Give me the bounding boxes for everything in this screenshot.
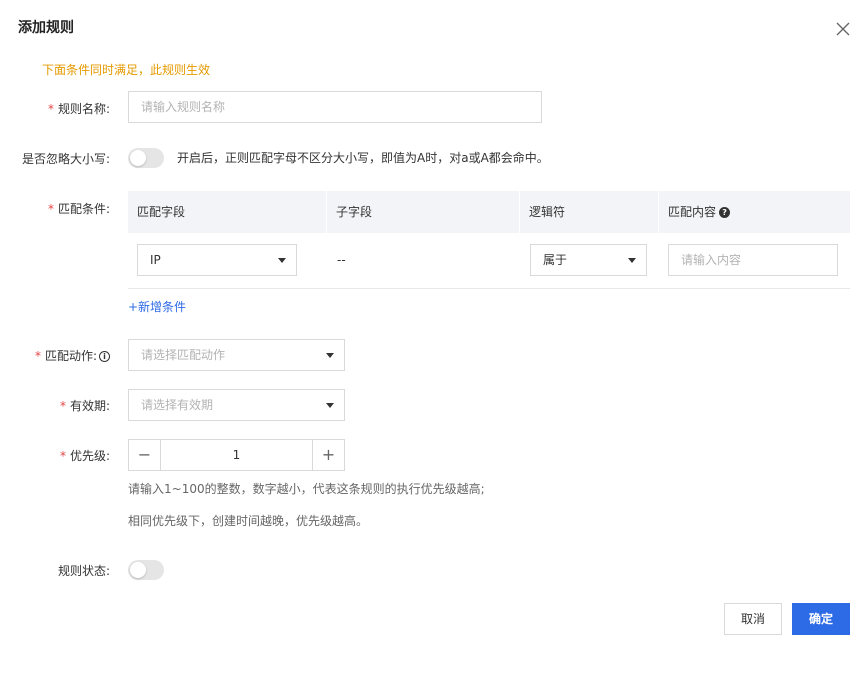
info-icon[interactable]: i <box>99 351 110 362</box>
increment-button[interactable]: + <box>312 440 344 470</box>
required-mark: * <box>59 399 66 413</box>
column-header-content: 匹配内容? <box>658 191 850 233</box>
rule-name-label-text: 规则名称: <box>57 102 110 116</box>
close-icon <box>836 22 850 36</box>
add-rule-dialog: 添加规则 下面条件同时满足，此规则生效 *规则名称: 是否忽略大小写: 开启后，… <box>0 0 866 676</box>
priority-label-text: 优先级: <box>69 449 110 463</box>
validity-row: * 有效期: 请选择有效期 <box>0 389 866 421</box>
priority-hint-2: 相同优先级下，创建时间越晚，优先级越高。 <box>128 514 369 528</box>
priority-hint-1: 请输入1~100的整数，数字越小，代表这条规则的执行优先级越高; <box>128 482 485 496</box>
caret-down-icon <box>628 258 636 263</box>
validity-select[interactable]: 请选择有效期 <box>128 389 345 421</box>
rule-status-toggle[interactable] <box>128 560 164 580</box>
match-action-label-text: 匹配动作: <box>44 349 97 363</box>
caret-down-icon <box>278 258 286 263</box>
required-mark: * <box>47 102 54 116</box>
required-mark: * <box>59 449 66 463</box>
column-header-content-text: 匹配内容 <box>668 205 717 219</box>
match-field-value: IP <box>150 253 161 267</box>
operator-select[interactable]: 属于 <box>530 244 647 276</box>
operator-value: 属于 <box>543 253 568 267</box>
priority-value[interactable]: 1 <box>161 440 312 470</box>
row-divider <box>128 288 850 289</box>
rule-status-label: 规则状态: <box>57 564 110 578</box>
caret-down-icon <box>326 353 334 358</box>
match-action-row: * 匹配动作: i 请选择匹配动作 <box>0 339 866 371</box>
required-mark: * <box>34 349 41 363</box>
match-conditions-label: * 匹配条件: <box>48 200 110 217</box>
toggle-knob <box>130 150 146 166</box>
match-content-input[interactable] <box>668 244 838 276</box>
validity-label: * 有效期: <box>60 397 110 414</box>
priority-stepper: − 1 + <box>128 439 345 471</box>
priority-label: * 优先级: <box>60 447 110 464</box>
required-mark: * <box>47 202 54 216</box>
toggle-knob <box>130 562 146 578</box>
match-conditions-label-text: 匹配条件: <box>57 202 110 216</box>
rule-status-row: 规则状态: <box>0 560 866 580</box>
subfield-value: -- <box>337 253 346 267</box>
rule-name-row: * 规则名称: <box>0 91 866 123</box>
close-button[interactable] <box>834 20 852 38</box>
cancel-button[interactable]: 取消 <box>724 603 782 635</box>
table-header: 匹配字段 子字段 逻辑符 匹配内容? <box>128 191 850 233</box>
column-header-operator: 逻辑符 <box>519 191 658 233</box>
ignore-case-description: 开启后，正则匹配字母不区分大小写，即值为A时，对a或A都会命中。 <box>177 151 549 165</box>
match-field-select[interactable]: IP <box>137 244 297 276</box>
match-action-select[interactable]: 请选择匹配动作 <box>128 339 345 371</box>
column-header-subfield: 子字段 <box>326 191 519 233</box>
dialog-title: 添加规则 <box>18 20 74 36</box>
help-icon[interactable]: ? <box>719 207 731 218</box>
caret-down-icon <box>326 403 334 408</box>
rule-name-label: * 规则名称: <box>48 100 110 117</box>
ignore-case-toggle[interactable] <box>128 148 164 168</box>
add-condition-link[interactable]: +新增条件 <box>128 298 186 315</box>
match-action-label: * 匹配动作: i <box>35 347 110 364</box>
match-action-placeholder: 请选择匹配动作 <box>141 348 226 362</box>
confirm-button[interactable]: 确定 <box>792 603 850 635</box>
column-header-field: 匹配字段 <box>137 205 186 219</box>
ignore-case-label: 是否忽略大小写: <box>21 152 110 166</box>
validity-placeholder: 请选择有效期 <box>141 398 214 412</box>
ignore-case-row: 是否忽略大小写: 开启后，正则匹配字母不区分大小写，即值为A时，对a或A都会命中… <box>0 148 866 168</box>
validity-label-text: 有效期: <box>69 399 110 413</box>
decrement-button[interactable]: − <box>129 440 161 470</box>
rule-name-input[interactable] <box>128 91 542 123</box>
notice-text: 下面条件同时满足，此规则生效 <box>42 63 211 77</box>
